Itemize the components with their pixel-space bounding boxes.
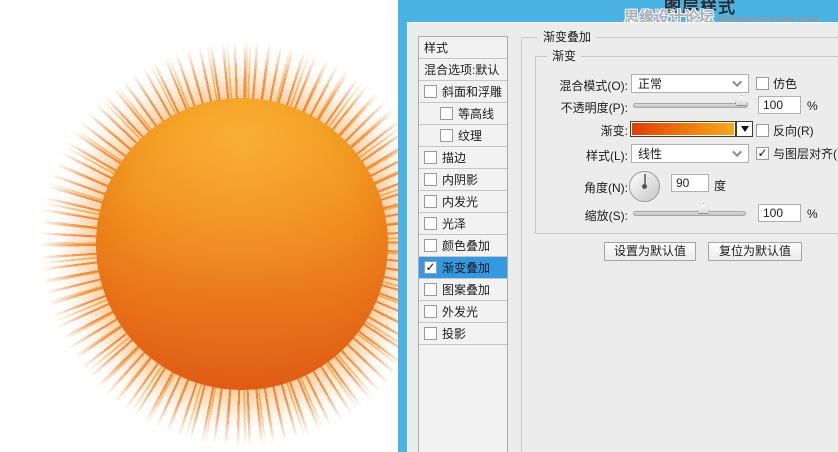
style-item-inner-shadow[interactable]: 内阴影 xyxy=(419,169,507,191)
checkbox-checked[interactable] xyxy=(424,261,437,274)
checkbox[interactable] xyxy=(440,129,453,142)
make-default-button[interactable]: 设置为默认值 xyxy=(604,242,696,261)
checkbox[interactable] xyxy=(424,195,437,208)
style-item-inner-glow[interactable]: 内发光 xyxy=(419,191,507,213)
screenshot-root: 图层样式 思缘设计论坛 www.missyuan.com 样式 混合选项:默认 斜… xyxy=(0,0,838,452)
checkbox[interactable] xyxy=(424,327,437,340)
gradient-picker-button[interactable] xyxy=(736,121,753,137)
styles-list-panel: 样式 混合选项:默认 斜面和浮雕 等高线 纹理 描边 内阴影 内发光 光泽 颜色… xyxy=(418,36,508,452)
style-item-gradient-overlay[interactable]: 渐变叠加 xyxy=(419,257,507,279)
angle-unit: 度 xyxy=(714,179,727,193)
angle-dial-center xyxy=(642,184,647,189)
checkbox[interactable] xyxy=(424,217,437,230)
opacity-label: 不透明度(P): xyxy=(560,101,628,115)
scale-slider[interactable] xyxy=(633,203,746,216)
opacity-unit: % xyxy=(807,99,818,113)
scale-unit: % xyxy=(807,207,818,221)
style-item-texture[interactable]: 纹理 xyxy=(419,125,507,147)
style-item-satin[interactable]: 光泽 xyxy=(419,213,507,235)
align-checkbox-row: 与图层对齐(I) xyxy=(756,145,838,162)
document-canvas[interactable] xyxy=(0,0,398,452)
reverse-checkbox-row: 反向(R) xyxy=(756,122,814,139)
opacity-input[interactable]: 100 xyxy=(758,96,801,114)
gradient-style-select[interactable]: 线性 xyxy=(631,144,749,163)
blending-options-item[interactable]: 混合选项:默认 xyxy=(419,59,507,81)
reverse-checkbox[interactable] xyxy=(756,124,769,137)
group-title: 渐变叠加 xyxy=(538,30,597,44)
blend-mode-label: 混合模式(O): xyxy=(559,79,628,93)
subgroup-title: 渐变 xyxy=(547,49,582,63)
styles-header[interactable]: 样式 xyxy=(419,37,507,59)
align-checkbox-checked[interactable] xyxy=(756,147,769,160)
reset-default-button[interactable]: 复位为默认值 xyxy=(708,242,802,261)
blend-mode-value: 正常 xyxy=(638,77,663,91)
checkbox[interactable] xyxy=(424,173,437,186)
style-item-drop-shadow[interactable]: 投影 xyxy=(419,323,507,345)
reverse-label: 反向(R) xyxy=(773,124,814,138)
style-item-color-overlay[interactable]: 颜色叠加 xyxy=(419,235,507,257)
style-item-bevel-emboss[interactable]: 斜面和浮雕 xyxy=(419,81,507,103)
triangle-down-icon xyxy=(740,126,749,132)
checkbox[interactable] xyxy=(424,239,437,252)
style-item-stroke[interactable]: 描边 xyxy=(419,147,507,169)
align-label: 与图层对齐(I) xyxy=(773,147,838,161)
gradient-style-value: 线性 xyxy=(638,147,663,161)
checkbox[interactable] xyxy=(424,283,437,296)
checkbox[interactable] xyxy=(424,151,437,164)
blend-mode-select[interactable]: 正常 xyxy=(631,74,749,93)
gradient-label: 渐变: xyxy=(600,124,628,138)
dither-checkbox-row: 仿色 xyxy=(756,75,797,92)
angle-input[interactable]: 90 xyxy=(671,174,709,192)
checkbox[interactable] xyxy=(440,107,453,120)
angle-dial[interactable] xyxy=(629,171,660,202)
scale-input[interactable]: 100 xyxy=(758,204,801,222)
style-item-outer-glow[interactable]: 外发光 xyxy=(419,301,507,323)
checkbox[interactable] xyxy=(424,85,437,98)
scale-label: 缩放(S): xyxy=(584,209,628,223)
gradient-swatch[interactable] xyxy=(630,121,736,137)
angle-label: 角度(N): xyxy=(584,181,628,195)
dither-label: 仿色 xyxy=(773,77,798,91)
style-item-contour[interactable]: 等高线 xyxy=(419,103,507,125)
style-label: 样式(L): xyxy=(585,149,628,163)
checkbox[interactable] xyxy=(424,305,437,318)
dither-checkbox[interactable] xyxy=(756,77,769,90)
sun-circle xyxy=(96,98,388,390)
layer-style-dialog: 样式 混合选项:默认 斜面和浮雕 等高线 纹理 描边 内阴影 内发光 光泽 颜色… xyxy=(407,22,838,452)
style-item-pattern-overlay[interactable]: 图案叠加 xyxy=(419,279,507,301)
opacity-slider[interactable] xyxy=(633,95,748,108)
